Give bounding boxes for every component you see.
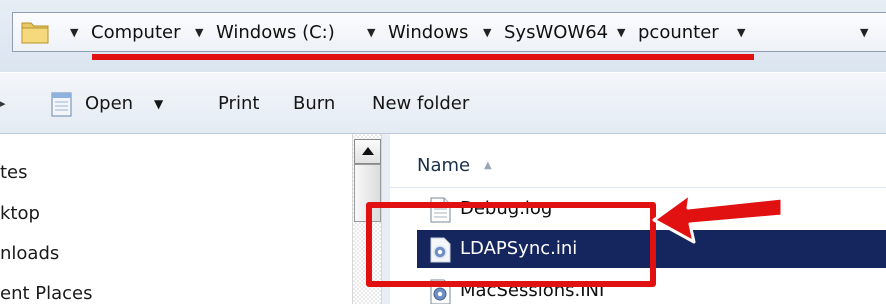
toolbar-overflow-icon[interactable]: ▸ — [0, 73, 6, 135]
notepad-icon — [51, 92, 72, 117]
highlight-underline — [92, 54, 754, 60]
breadcrumb-arrow-icon[interactable]: ▼ — [483, 13, 491, 53]
breadcrumb-computer[interactable]: Computer — [91, 13, 180, 53]
breadcrumb-windows[interactable]: Windows — [388, 13, 468, 53]
breadcrumb-arrow-icon[interactable]: ▼ — [367, 13, 375, 53]
burn-button[interactable]: Burn — [293, 73, 335, 135]
breadcrumb-syswow64[interactable]: SysWOW64 — [504, 13, 608, 53]
column-name-label: Name — [417, 155, 471, 176]
new-folder-button[interactable]: New folder — [372, 73, 469, 135]
address-bar[interactable]: ▼ Computer ▼ Windows (C:) ▼ Windows ▼ Sy… — [12, 12, 886, 52]
folder-icon — [21, 22, 49, 44]
open-button[interactable]: Open — [85, 73, 133, 135]
column-header-name[interactable]: Name ▲ — [390, 144, 886, 188]
sort-ascending-icon: ▲ — [484, 160, 492, 171]
pointer-arrow-icon — [652, 192, 784, 244]
open-dropdown-icon[interactable]: ▼ — [154, 73, 163, 135]
breadcrumb-arrow-icon[interactable]: ▼ — [737, 13, 745, 53]
highlight-box — [366, 202, 656, 287]
nav-item-favorites[interactable]: tes — [0, 162, 28, 183]
nav-item-desktop[interactable]: ktop — [0, 203, 40, 224]
command-toolbar: ▸ Open ▼ Print Burn New folder — [0, 72, 886, 134]
address-history-dropdown-icon[interactable]: ▼ — [860, 13, 868, 53]
breadcrumb-arrow-icon[interactable]: ▼ — [617, 13, 625, 53]
scroll-up-icon[interactable] — [354, 139, 381, 164]
navigation-pane: tes ktop nloads ent Places — [0, 134, 352, 304]
print-button[interactable]: Print — [218, 73, 259, 135]
breadcrumb-pcounter[interactable]: pcounter — [638, 13, 719, 53]
nav-item-downloads[interactable]: nloads — [0, 243, 59, 264]
address-strip: ▼ Computer ▼ Windows (C:) ▼ Windows ▼ Sy… — [0, 0, 886, 72]
nav-item-recent-places[interactable]: ent Places — [0, 283, 93, 304]
breadcrumb-arrow-icon[interactable]: ▼ — [70, 13, 78, 53]
breadcrumb-windows-c[interactable]: Windows (C:) — [216, 13, 335, 53]
breadcrumb-arrow-icon[interactable]: ▼ — [195, 13, 203, 53]
